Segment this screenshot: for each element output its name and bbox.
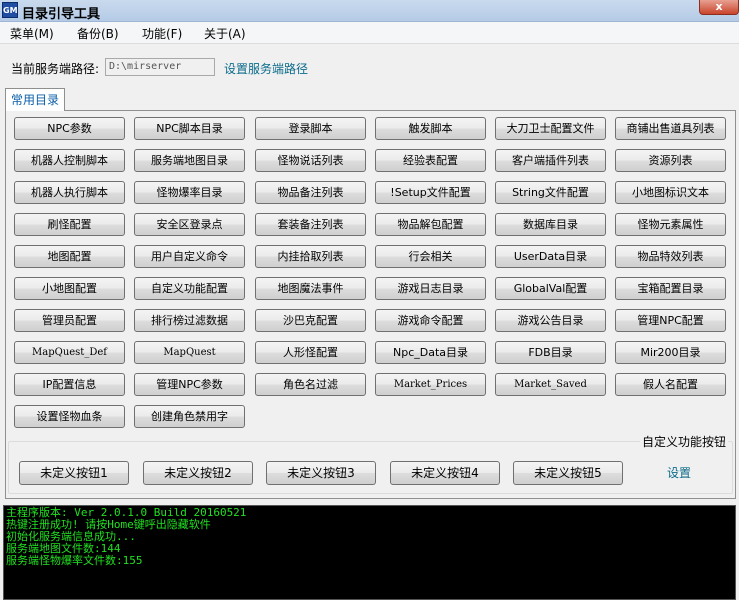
dir-button-r7-c4[interactable]: FDB目录 — [495, 341, 606, 364]
dir-button-r6-c3[interactable]: 游戏命令配置 — [375, 309, 486, 332]
title-bar: GM 目录引导工具 x — [0, 0, 739, 22]
dir-button-r8-c3[interactable]: Market_Prices — [375, 373, 486, 396]
dir-button-r3-c0[interactable]: 刷怪配置 — [14, 213, 125, 236]
dir-button-r2-c4[interactable]: String文件配置 — [495, 181, 606, 204]
custom-settings-link[interactable]: 设置 — [667, 464, 691, 481]
dir-button-r4-c1[interactable]: 用户自定义命令 — [134, 245, 245, 268]
dir-button-r3-c5[interactable]: 怪物元素属性 — [615, 213, 726, 236]
custom-button-4[interactable]: 未定义按钮4 — [390, 461, 500, 485]
dir-button-r4-c0[interactable]: 地图配置 — [14, 245, 125, 268]
dir-button-r0-c5[interactable]: 商铺出售道具列表 — [615, 117, 726, 140]
dir-button-r5-c2[interactable]: 地图魔法事件 — [255, 277, 366, 300]
dir-button-r7-c1[interactable]: MapQuest — [134, 341, 245, 364]
dir-button-r5-c1[interactable]: 自定义功能配置 — [134, 277, 245, 300]
dir-button-r8-c5[interactable]: 假人名配置 — [615, 373, 726, 396]
menu-item-menu[interactable]: 菜单(M) — [10, 25, 54, 42]
dir-button-r2-c2[interactable]: 物品备注列表 — [255, 181, 366, 204]
dir-button-r2-c3[interactable]: !Setup文件配置 — [375, 181, 486, 204]
dir-button-r1-c1[interactable]: 服务端地图目录 — [134, 149, 245, 172]
dir-button-r8-c0[interactable]: IP配置信息 — [14, 373, 125, 396]
dir-button-r6-c2[interactable]: 沙巴克配置 — [255, 309, 366, 332]
dir-button-r1-c0[interactable]: 机器人控制脚本 — [14, 149, 125, 172]
menu-item-function[interactable]: 功能(F) — [142, 25, 182, 42]
dir-button-r5-c3[interactable]: 游戏日志目录 — [375, 277, 486, 300]
app-icon: GM — [2, 2, 18, 18]
dir-button-r8-c1[interactable]: 管理NPC参数 — [134, 373, 245, 396]
dir-button-r4-c2[interactable]: 内挂拾取列表 — [255, 245, 366, 268]
set-server-path-link[interactable]: 设置服务端路径 — [224, 60, 308, 77]
dir-button-r2-c5[interactable]: 小地图标识文本 — [615, 181, 726, 204]
dir-button-r6-c4[interactable]: 游戏公告目录 — [495, 309, 606, 332]
dir-button-r2-c1[interactable]: 怪物爆率目录 — [134, 181, 245, 204]
dir-button-r4-c4[interactable]: UserData目录 — [495, 245, 606, 268]
log-line: 服务端怪物爆率文件数:155 — [6, 554, 143, 567]
dir-button-r1-c5[interactable]: 资源列表 — [615, 149, 726, 172]
custom-button-2[interactable]: 未定义按钮2 — [143, 461, 253, 485]
dir-button-r5-c4[interactable]: GlobalVal配置 — [495, 277, 606, 300]
dir-button-r1-c2[interactable]: 怪物说话列表 — [255, 149, 366, 172]
dir-button-r7-c0[interactable]: MapQuest_Def — [14, 341, 125, 364]
dir-button-r6-c5[interactable]: 管理NPC配置 — [615, 309, 726, 332]
server-path-label: 当前服务端路径: — [11, 62, 100, 76]
dir-button-r2-c0[interactable]: 机器人执行脚本 — [14, 181, 125, 204]
dir-button-r0-c2[interactable]: 登录脚本 — [255, 117, 366, 140]
dir-button-r1-c3[interactable]: 经验表配置 — [375, 149, 486, 172]
dir-button-r4-c3[interactable]: 行会相关 — [375, 245, 486, 268]
menu-item-backup[interactable]: 备份(B) — [77, 25, 119, 42]
log-console[interactable]: 主程序版本: Ver 2.0.1.0 Build 20160521 热键注册成功… — [3, 505, 736, 600]
dir-button-r9-c0[interactable]: 设置怪物血条 — [14, 405, 125, 428]
dir-button-r3-c3[interactable]: 物品解包配置 — [375, 213, 486, 236]
dir-button-r8-c2[interactable]: 角色名过滤 — [255, 373, 366, 396]
dir-button-r4-c5[interactable]: 物品特效列表 — [615, 245, 726, 268]
dir-button-r0-c4[interactable]: 大刀卫士配置文件 — [495, 117, 606, 140]
window-title: 目录引导工具 — [22, 7, 101, 22]
dir-button-r6-c1[interactable]: 排行榜过滤数据 — [134, 309, 245, 332]
dir-button-r0-c3[interactable]: 触发脚本 — [375, 117, 486, 140]
dir-button-r8-c4[interactable]: Market_Saved — [495, 373, 606, 396]
dir-button-r5-c5[interactable]: 宝箱配置目录 — [615, 277, 726, 300]
dir-button-r7-c2[interactable]: 人形怪配置 — [255, 341, 366, 364]
dir-button-r7-c5[interactable]: Mir200目录 — [615, 341, 726, 364]
server-path-input[interactable]: D:\mirserver — [105, 58, 215, 76]
dir-button-r7-c3[interactable]: Npc_Data目录 — [375, 341, 486, 364]
dir-button-r3-c4[interactable]: 数据库目录 — [495, 213, 606, 236]
dir-button-r9-c1[interactable]: 创建角色禁用字 — [134, 405, 245, 428]
custom-button-1[interactable]: 未定义按钮1 — [19, 461, 129, 485]
dir-button-r0-c1[interactable]: NPC脚本目录 — [134, 117, 245, 140]
tab-common-dirs[interactable]: 常用目录 — [5, 88, 65, 111]
menu-item-about[interactable]: 关于(A) — [204, 25, 246, 42]
close-button[interactable]: x — [699, 0, 739, 15]
custom-button-3[interactable]: 未定义按钮3 — [266, 461, 376, 485]
custom-buttons-label: 自定义功能按钮 — [640, 433, 729, 450]
dir-button-r5-c0[interactable]: 小地图配置 — [14, 277, 125, 300]
menu-bar: 菜单(M) 备份(B) 功能(F) 关于(A) — [0, 22, 739, 44]
dir-button-r3-c1[interactable]: 安全区登录点 — [134, 213, 245, 236]
custom-button-5[interactable]: 未定义按钮5 — [513, 461, 623, 485]
dir-button-r6-c0[interactable]: 管理员配置 — [14, 309, 125, 332]
dir-button-r3-c2[interactable]: 套装备注列表 — [255, 213, 366, 236]
dir-button-r0-c0[interactable]: NPC参数 — [14, 117, 125, 140]
dir-button-r1-c4[interactable]: 客户端插件列表 — [495, 149, 606, 172]
